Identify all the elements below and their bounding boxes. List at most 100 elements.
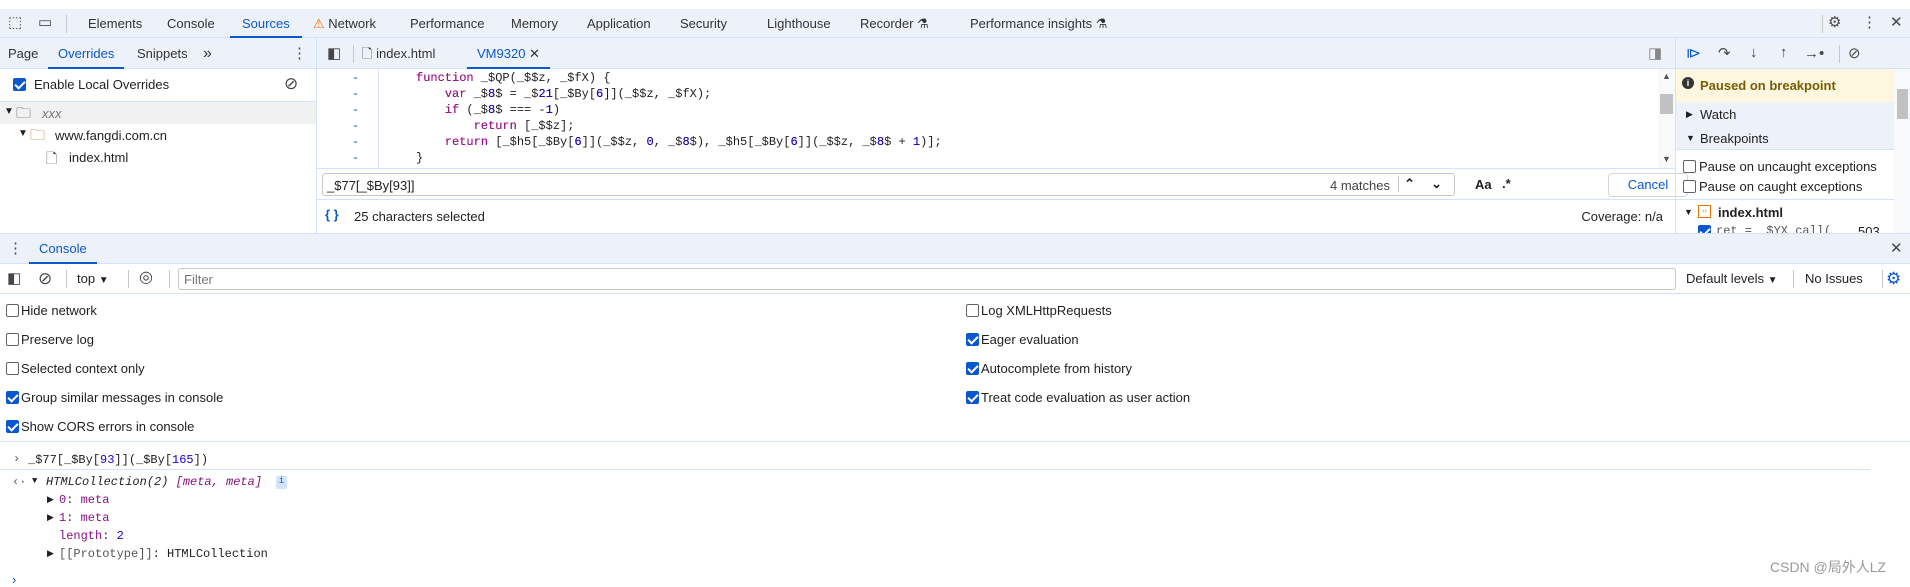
breakpoint-checkbox[interactable] <box>1698 225 1711 233</box>
pause-uncaught-checkbox[interactable] <box>1683 160 1696 173</box>
flask-icon: ⚗ <box>1095 16 1108 31</box>
expand-arrow-icon: ▶ <box>1686 109 1693 119</box>
drawer-tab-console[interactable]: Console <box>29 234 97 264</box>
tab-overrides[interactable]: Overrides <box>48 38 125 69</box>
editor-tab-index-html[interactable]: 🗋 index.html <box>362 38 435 67</box>
expand-arrow-icon[interactable]: ▶ <box>47 513 54 523</box>
toggle-debugger-icon[interactable]: ◨ <box>1648 46 1662 61</box>
regex-button[interactable]: .* <box>1502 176 1511 191</box>
tree-item-xxx[interactable]: ▼ 🗀 xxx <box>0 102 316 124</box>
line-gutter[interactable]: - <box>352 70 359 86</box>
gear-icon[interactable]: ⚙ <box>1828 15 1841 30</box>
console-toolbar: ◧ ⊘ top ▼ ◎ Default levels ▼ No Issues ⚙ <box>0 264 1910 294</box>
setting-checkbox[interactable] <box>966 304 979 317</box>
tab-application[interactable]: Application <box>587 9 651 38</box>
step-over-icon[interactable]: ↷ <box>1718 46 1731 61</box>
editor-tab-vm9320[interactable]: VM9320 ✕ <box>467 38 550 69</box>
info-badge[interactable]: i <box>276 476 287 489</box>
expand-arrow-icon: ▼ <box>4 106 14 117</box>
enable-overrides-checkbox[interactable] <box>13 78 26 91</box>
expand-arrow-icon[interactable]: ▶ <box>47 495 54 505</box>
tab-performance[interactable]: Performance <box>410 9 484 38</box>
setting-checkbox[interactable] <box>6 333 19 346</box>
pretty-print-icon[interactable]: { } <box>325 207 339 222</box>
flask-icon: ⚗ <box>917 16 929 31</box>
watch-label: Watch <box>1700 107 1737 122</box>
more-menu-icon[interactable]: ⋮ <box>292 46 307 61</box>
setting-checkbox[interactable] <box>6 420 19 433</box>
tab-lighthouse[interactable]: Lighthouse <box>767 9 831 38</box>
clear-console-icon[interactable]: ⊘ <box>38 270 52 287</box>
sidebar-scrollbar[interactable] <box>1894 69 1910 233</box>
line-gutter[interactable]: - <box>352 150 359 166</box>
tree-item-index-html[interactable]: 🗋 index.html <box>0 146 316 168</box>
setting-checkbox[interactable] <box>966 391 979 404</box>
close-drawer-icon[interactable]: ✕ <box>1890 241 1903 256</box>
setting-checkbox[interactable] <box>966 333 979 346</box>
close-icon[interactable]: ✕ <box>529 46 540 61</box>
property-value: meta <box>80 493 110 507</box>
device-toolbar-icon[interactable]: ▭ <box>38 15 52 30</box>
code-line: var _$8$ = _$21[_$By[6]](_$$z, _$fX); <box>416 87 712 101</box>
search-bar: _$77[_$By[93]] 4 matches ⌃ ⌄ Aa .* Cance… <box>317 168 1688 200</box>
previous-match-icon[interactable]: ⌃ <box>1398 176 1420 192</box>
tab-security[interactable]: Security <box>680 9 727 38</box>
paused-banner: i Paused on breakpoint <box>1676 69 1894 102</box>
line-gutter[interactable]: - <box>352 118 359 134</box>
context-select[interactable]: top ▼ <box>77 271 109 286</box>
tab-console[interactable]: Console <box>167 9 215 38</box>
clear-overrides-icon[interactable]: ⊘ <box>284 75 298 92</box>
tab-page[interactable]: Page <box>8 38 38 67</box>
tab-sources[interactable]: Sources <box>230 9 302 38</box>
setting-checkbox[interactable] <box>966 362 979 375</box>
code-line: if (_$8$ === -1) <box>416 103 561 117</box>
console-prompt-icon[interactable]: › <box>12 572 16 587</box>
tree-item-domain[interactable]: ▼ 🗀 www.fangdi.com.cn <box>0 124 316 146</box>
step-out-icon[interactable]: ↑ <box>1780 45 1788 60</box>
deactivate-breakpoints-icon[interactable]: ⊘ <box>1848 46 1861 61</box>
search-input[interactable]: _$77[_$By[93]] 4 matches ⌃ ⌄ <box>322 173 1455 196</box>
property-row[interactable]: [[Prototype]]: HTMLCollection <box>59 547 268 561</box>
tab-snippets[interactable]: Snippets <box>137 38 188 67</box>
next-match-icon[interactable]: ⌄ <box>1431 176 1442 192</box>
tab-label: VM9320 <box>477 46 526 61</box>
close-icon[interactable]: ✕ <box>1890 15 1903 30</box>
toggle-navigator-icon[interactable]: ◧ <box>327 46 341 61</box>
expand-arrow-icon[interactable]: ▶ <box>47 549 54 559</box>
watch-section[interactable]: ▶ Watch ▼ Breakpoints <box>1676 102 1894 150</box>
more-menu-icon[interactable]: ⋮ <box>1862 15 1877 30</box>
tab-memory[interactable]: Memory <box>511 9 558 38</box>
line-gutter[interactable]: - <box>352 86 359 102</box>
sidebar-toggle-icon[interactable]: ◧ <box>7 271 21 286</box>
expand-arrow-icon[interactable]: ▼ <box>32 476 37 486</box>
line-gutter[interactable]: - <box>352 134 359 150</box>
property-row[interactable]: 1: meta <box>59 511 109 525</box>
tab-network[interactable]: ⚠ Network <box>313 9 376 38</box>
setting-checkbox[interactable] <box>6 362 19 375</box>
inspect-element-icon[interactable]: ⬚ <box>8 15 22 30</box>
more-menu-icon[interactable]: ⋮ <box>8 241 23 256</box>
step-into-icon[interactable]: ↓ <box>1750 45 1758 60</box>
editor-scrollbar[interactable]: ▲ ▼ <box>1658 69 1675 168</box>
log-levels-select[interactable]: Default levels ▼ <box>1686 271 1778 286</box>
tab-performance-insights[interactable]: Performance insights ⚗ <box>970 9 1107 38</box>
code-line: function _$QP(_$$z, _$fX) { <box>416 71 611 85</box>
issues-button[interactable]: No Issues <box>1805 271 1863 286</box>
setting-checkbox[interactable] <box>6 391 19 404</box>
tab-elements[interactable]: Elements <box>88 9 142 38</box>
property-row[interactable]: 0: meta <box>59 493 109 507</box>
live-expression-eye-icon[interactable]: ◎ <box>139 270 153 286</box>
resume-icon[interactable]: ⧐ <box>1686 46 1701 61</box>
pause-caught-checkbox[interactable] <box>1683 180 1696 193</box>
filter-input[interactable] <box>178 268 1676 290</box>
console-settings-gear-icon[interactable]: ⚙ <box>1886 270 1901 287</box>
more-tabs-button[interactable]: » <box>203 38 212 67</box>
match-case-button[interactable]: Aa <box>1475 177 1492 192</box>
property-row[interactable]: length: 2 <box>59 529 124 543</box>
step-icon[interactable]: →• <box>1804 46 1824 61</box>
line-gutter[interactable]: - <box>352 102 359 118</box>
tab-recorder[interactable]: Recorder ⚗ <box>860 9 929 38</box>
input-prompt-icon: › <box>13 452 21 466</box>
breakpoint-code: ret = _$YX_call( <box>1716 224 1832 233</box>
setting-checkbox[interactable] <box>6 304 19 317</box>
